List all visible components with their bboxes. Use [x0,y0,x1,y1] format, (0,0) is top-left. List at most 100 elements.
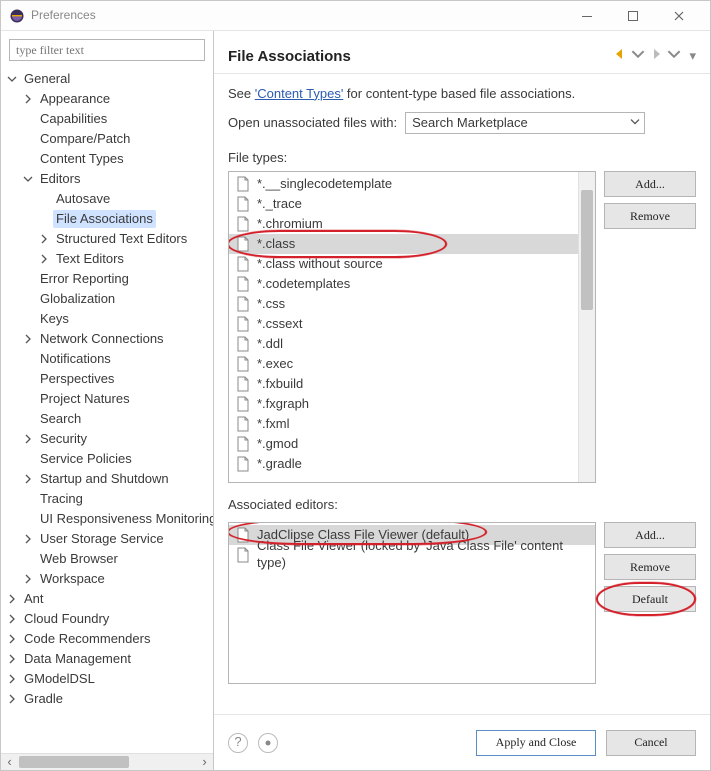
forward-menu-icon[interactable] [667,47,681,66]
filetype-item[interactable]: *.gradle [229,454,595,474]
tree-item-ui-responsiveness[interactable]: UI Responsiveness Monitoring [37,510,213,529]
chevron-right-icon[interactable] [5,692,19,706]
tree-item-data-management[interactable]: Data Management [21,650,134,669]
assoc-editors-list[interactable]: JadClipse Class File Viewer (default)Cla… [228,522,596,684]
back-menu-icon[interactable] [631,47,645,66]
tree-item-error-reporting[interactable]: Error Reporting [37,270,132,289]
tree-item-capabilities[interactable]: Capabilities [37,110,110,129]
tree-item-startup[interactable]: Startup and Shutdown [37,470,172,489]
chevron-right-icon[interactable] [21,532,35,546]
preferences-tree[interactable]: General Appearance Capabilities Compare/… [1,67,213,753]
window-title: Preferences [31,8,96,24]
sidebar: General Appearance Capabilities Compare/… [1,31,214,770]
chevron-right-icon[interactable] [21,472,35,486]
cancel-button[interactable]: Cancel [606,730,696,756]
sidebar-horizontal-scrollbar[interactable]: ‹ › [1,753,213,770]
filetype-item[interactable]: *.class [229,234,595,254]
back-icon[interactable] [613,47,627,66]
chevron-right-icon[interactable] [5,672,19,686]
tree-item-file-associations[interactable]: File Associations [53,210,156,229]
chevron-right-icon[interactable] [5,592,19,606]
filetype-item[interactable]: *.gmod [229,434,595,454]
filetype-item[interactable]: *.exec [229,354,595,374]
tree-item-cloud-foundry[interactable]: Cloud Foundry [21,610,112,629]
filetypes-list[interactable]: *.__singlecodetemplate*._trace*.chromium… [228,171,596,483]
filetype-item[interactable]: *.__singlecodetemplate [229,174,595,194]
chevron-right-icon[interactable] [21,572,35,586]
chevron-right-icon[interactable] [5,652,19,666]
content-types-link[interactable]: 'Content Types' [255,86,344,101]
filetype-item[interactable]: *.cssext [229,314,595,334]
chevron-right-icon[interactable] [21,432,35,446]
file-icon [235,416,251,432]
open-with-label: Open unassociated files with: [228,115,397,132]
tree-item-search[interactable]: Search [37,410,84,429]
tree-item-text-editors[interactable]: Text Editors [53,250,127,269]
file-icon [235,216,251,232]
filetype-item[interactable]: *._trace [229,194,595,214]
tree-item-notifications[interactable]: Notifications [37,350,114,369]
filetype-item[interactable]: *.css [229,294,595,314]
open-with-select[interactable]: Search Marketplace [405,112,645,134]
assoc-remove-button[interactable]: Remove [604,554,696,580]
tree-filter-input[interactable] [9,39,205,61]
filetype-item[interactable]: *.class without source [229,254,595,274]
filetypes-add-button[interactable]: Add... [604,171,696,197]
tree-item-keys[interactable]: Keys [37,310,72,329]
chevron-down-icon[interactable] [5,72,19,86]
minimize-button[interactable] [564,1,610,30]
tree-item-gmodeldsl[interactable]: GModelDSL [21,670,98,689]
tree-item-globalization[interactable]: Globalization [37,290,118,309]
tree-item-user-storage[interactable]: User Storage Service [37,530,167,549]
apply-close-button[interactable]: Apply and Close [476,730,596,756]
assoc-editor-item[interactable]: Class File Viewer (locked by 'Java Class… [229,545,595,565]
tree-item-structured[interactable]: Structured Text Editors [53,230,190,249]
tree-item-general[interactable]: General [21,70,73,89]
tree-item-security[interactable]: Security [37,430,90,449]
chevron-down-icon[interactable] [21,172,35,186]
chevron-right-icon[interactable] [21,332,35,346]
forward-icon[interactable] [649,47,663,66]
nav-arrows: ▾ [613,47,696,66]
tree-item-network[interactable]: Network Connections [37,330,167,349]
tree-item-ant[interactable]: Ant [21,590,47,609]
assoc-add-button[interactable]: Add... [604,522,696,548]
tree-item-workspace[interactable]: Workspace [37,570,108,589]
tree-item-web-browser[interactable]: Web Browser [37,550,121,569]
filetypes-scrollbar[interactable] [578,172,595,482]
filetype-item[interactable]: *.fxgraph [229,394,595,414]
titlebar: Preferences [1,1,710,31]
filetype-item[interactable]: *.fxbuild [229,374,595,394]
tree-item-autosave[interactable]: Autosave [53,190,113,209]
file-icon [235,176,251,192]
maximize-button[interactable] [610,1,656,30]
tree-item-content-types[interactable]: Content Types [37,150,127,169]
tree-item-project-natures[interactable]: Project Natures [37,390,133,409]
chevron-right-icon[interactable] [37,232,51,246]
filetypes-remove-button[interactable]: Remove [604,203,696,229]
file-icon [235,276,251,292]
tree-item-editors[interactable]: Editors [37,170,83,189]
assoc-default-button[interactable]: Default [604,586,696,612]
tree-item-code-recommenders[interactable]: Code Recommenders [21,630,153,649]
chevron-right-icon[interactable] [5,632,19,646]
filetype-item[interactable]: *.codetemplates [229,274,595,294]
chevron-right-icon[interactable] [21,92,35,106]
tree-item-gradle[interactable]: Gradle [21,690,66,709]
filetype-item[interactable]: *.chromium [229,214,595,234]
close-button[interactable] [656,1,702,30]
tree-item-service-policies[interactable]: Service Policies [37,450,135,469]
help-icon[interactable]: ? [228,733,248,753]
filetype-item[interactable]: *.ddl [229,334,595,354]
chevron-right-icon[interactable] [5,612,19,626]
tree-item-tracing[interactable]: Tracing [37,490,86,509]
chevron-right-icon[interactable] [37,252,51,266]
tree-item-compare[interactable]: Compare/Patch [37,130,133,149]
file-icon [235,376,251,392]
tree-item-perspectives[interactable]: Perspectives [37,370,117,389]
import-export-icon[interactable] [258,733,278,753]
editor-icon [235,547,251,563]
tree-item-appearance[interactable]: Appearance [37,90,113,109]
file-icon [235,196,251,212]
filetype-item[interactable]: *.fxml [229,414,595,434]
